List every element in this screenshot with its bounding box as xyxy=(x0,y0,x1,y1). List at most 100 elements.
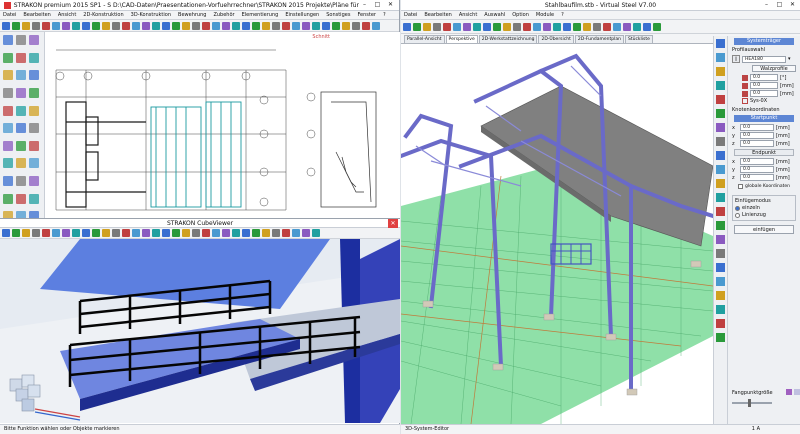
drawing-area[interactable]: Schnitt xyxy=(46,32,400,218)
slider-thumb[interactable] xyxy=(748,399,751,407)
strakon-tool-icon[interactable] xyxy=(22,21,30,30)
maximize-icon[interactable]: □ xyxy=(373,1,382,9)
vsteel-tool-icon[interactable] xyxy=(653,22,661,31)
vsteel-tool-icon[interactable] xyxy=(523,22,531,31)
vsteel-side-tool-icon[interactable] xyxy=(716,123,725,132)
strakon-tool-icon[interactable] xyxy=(2,21,10,30)
strakon-tool-icon[interactable] xyxy=(202,21,210,30)
vsteel-side-tool-icon[interactable] xyxy=(716,137,725,146)
vsteel-side-tool-icon[interactable] xyxy=(716,249,725,258)
strakon-menu-item[interactable]: 3D-Konstruktion xyxy=(131,12,171,18)
strakon-tool-icon[interactable] xyxy=(162,21,170,30)
snap-color-icon-2[interactable] xyxy=(794,389,800,395)
cubeviewer-tool-icon[interactable] xyxy=(62,229,70,237)
drawing-tool-icon[interactable] xyxy=(29,87,39,98)
insert-button[interactable]: einfügen xyxy=(734,225,794,234)
strakon-tool-icon[interactable] xyxy=(272,21,280,30)
cubeviewer-tool-icon[interactable] xyxy=(52,229,60,237)
drawing-tool-icon[interactable] xyxy=(3,176,13,187)
strakon-tool-icon[interactable] xyxy=(332,21,340,30)
cubeviewer-tool-icon[interactable] xyxy=(82,229,90,237)
vsteel-tool-icon[interactable] xyxy=(553,22,561,31)
vsteel-tool-icon[interactable] xyxy=(613,22,621,31)
cubeviewer-tool-icon[interactable] xyxy=(252,229,260,237)
drawing-tool-icon[interactable] xyxy=(29,140,39,151)
vsteel-tool-icon[interactable] xyxy=(423,22,431,31)
strakon-tool-icon[interactable] xyxy=(32,21,40,30)
tab-view[interactable]: Stückliste xyxy=(624,35,653,43)
vsteel-tool-icon[interactable] xyxy=(483,22,491,31)
drawing-tool-icon[interactable] xyxy=(3,52,13,63)
vsteel-tool-icon[interactable] xyxy=(583,22,591,31)
drawing-tool-icon[interactable] xyxy=(29,35,39,45)
close-icon[interactable]: ✕ xyxy=(386,1,395,9)
cubeviewer-tool-icon[interactable] xyxy=(242,229,250,237)
start-coord-field[interactable]: 0.0 xyxy=(740,124,774,131)
cubeviewer-tool-icon[interactable] xyxy=(182,229,190,237)
drawing-tool-icon[interactable] xyxy=(29,176,39,187)
drawing-tool-icon[interactable] xyxy=(3,193,13,204)
vsteel-tool-icon[interactable] xyxy=(433,22,441,31)
vsteel-menu-item[interactable]: Option xyxy=(512,12,529,18)
strakon-tool-icon[interactable] xyxy=(42,21,50,30)
cubeviewer-tool-icon[interactable] xyxy=(232,229,240,237)
drawing-tool-icon[interactable] xyxy=(16,158,26,169)
vsteel-menu-item[interactable]: ? xyxy=(561,12,564,18)
strakon-tool-icon[interactable] xyxy=(222,21,230,30)
radio-linienzug[interactable] xyxy=(735,212,740,218)
cubeviewer-tool-icon[interactable] xyxy=(292,229,300,237)
strakon-tool-icon[interactable] xyxy=(212,21,220,30)
snap-color-icon[interactable] xyxy=(786,389,792,395)
cubeviewer-tool-icon[interactable] xyxy=(152,229,160,237)
tab-view[interactable]: 2D-Übersicht xyxy=(538,35,574,43)
vsteel-menu-item[interactable]: Ansicht xyxy=(459,12,477,18)
start-coord-field[interactable]: 0.0 xyxy=(740,132,774,139)
cubeviewer-tool-icon[interactable] xyxy=(302,229,310,237)
strakon-tool-icon[interactable] xyxy=(172,21,180,30)
vsteel-tool-icon[interactable] xyxy=(593,22,601,31)
strakon-tool-icon[interactable] xyxy=(362,21,370,30)
cubeviewer-tool-icon[interactable] xyxy=(262,229,270,237)
strakon-tool-icon[interactable] xyxy=(132,21,140,30)
vsteel-side-tool-icon[interactable] xyxy=(716,221,725,230)
minimize-icon[interactable]: – xyxy=(762,1,771,9)
drawing-tool-icon[interactable] xyxy=(3,123,13,134)
strakon-menu-item[interactable]: Elementierung xyxy=(242,12,279,18)
vsteel-tool-icon[interactable] xyxy=(543,22,551,31)
vsteel-tool-icon[interactable] xyxy=(453,22,461,31)
strakon-tool-icon[interactable] xyxy=(52,21,60,30)
global-coords-checkbox[interactable] xyxy=(738,184,743,189)
cubeviewer-tool-icon[interactable] xyxy=(32,229,40,237)
cubeviewer-tool-icon[interactable] xyxy=(42,229,50,237)
vsteel-menu-item[interactable]: Auswahl xyxy=(484,12,505,18)
cubeviewer-tool-icon[interactable] xyxy=(192,229,200,237)
vsteel-tool-icon[interactable] xyxy=(443,22,451,31)
strakon-menu-item[interactable]: 2D-Konstruktion xyxy=(83,12,123,18)
strakon-tool-icon[interactable] xyxy=(142,21,150,30)
minimize-icon[interactable]: – xyxy=(360,1,369,9)
drawing-tool-icon[interactable] xyxy=(16,176,26,187)
drawing-tool-icon[interactable] xyxy=(16,52,26,63)
end-coord-field[interactable]: 0.0 xyxy=(740,158,774,165)
drawing-tool-icon[interactable] xyxy=(16,35,26,45)
cubeviewer-tool-icon[interactable] xyxy=(92,229,100,237)
vsteel-tool-icon[interactable] xyxy=(473,22,481,31)
profile-select[interactable]: HEA180 xyxy=(742,55,786,63)
cubeviewer-tool-icon[interactable] xyxy=(272,229,280,237)
start-coord-field[interactable]: 0.0 xyxy=(740,140,774,147)
offset2-field[interactable]: 0.0 xyxy=(750,90,778,97)
vsteel-tool-icon[interactable] xyxy=(493,22,501,31)
vsteel-tool-icon[interactable] xyxy=(533,22,541,31)
vsteel-side-tool-icon[interactable] xyxy=(716,207,725,216)
cubeviewer-tool-icon[interactable] xyxy=(132,229,140,237)
vsteel-side-tool-icon[interactable] xyxy=(716,291,725,300)
vsteel-tool-icon[interactable] xyxy=(513,22,521,31)
strakon-tool-icon[interactable] xyxy=(192,21,200,30)
strakon-menu-item[interactable]: Datei xyxy=(3,12,16,18)
vsteel-side-tool-icon[interactable] xyxy=(716,319,725,328)
drawing-tool-icon[interactable] xyxy=(29,70,39,81)
angle-field[interactable]: 0.0 xyxy=(750,74,778,81)
cubeviewer-tool-icon[interactable] xyxy=(12,229,20,237)
drawing-tool-icon[interactable] xyxy=(29,158,39,169)
strakon-menu-item[interactable]: Sonstiges xyxy=(326,12,350,18)
